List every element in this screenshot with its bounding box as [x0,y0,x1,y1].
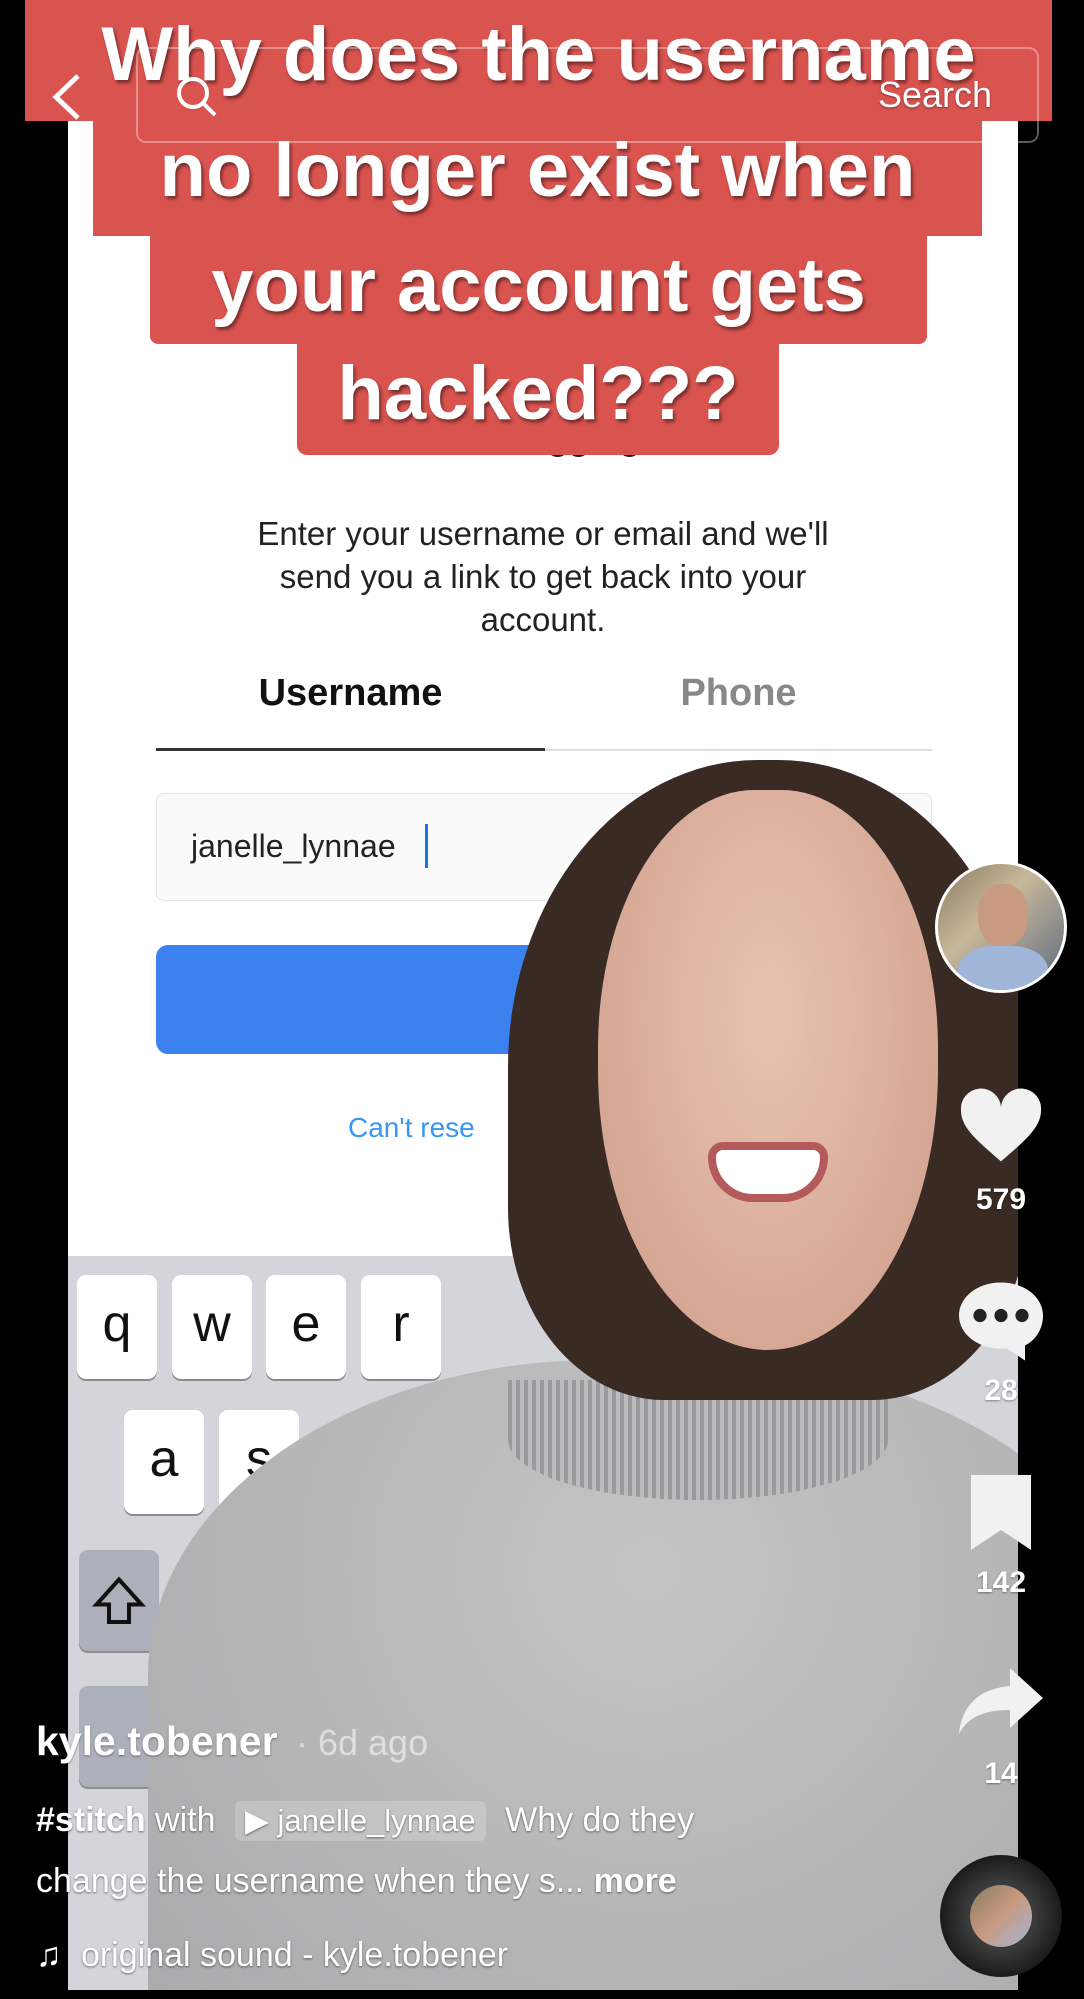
save-count: 142 [975,1566,1027,1599]
tab-username[interactable]: Username [156,672,545,715]
share-count: 14 [984,1757,1018,1790]
more-link[interactable]: more [594,1862,677,1900]
creator-avatar[interactable] [935,861,1067,993]
key-a[interactable]: a [124,1410,204,1514]
comment-icon[interactable] [956,1276,1046,1364]
post-description-line: #stitch with ▶ janelle_lynnae Why do the… [36,1801,694,1841]
instructions-line: send you a link to get back into your [279,558,807,595]
post-time: · 6d ago [296,1722,429,1763]
play-icon: ▶ [244,1803,269,1838]
person-face [598,790,938,1350]
tab-underline [545,749,932,751]
description-text: Why do they [505,1801,695,1839]
key-w[interactable]: w [172,1275,252,1379]
stitch-hashtag[interactable]: #stitch [36,1801,146,1839]
heart-icon[interactable] [956,1085,1046,1165]
key-r[interactable]: r [361,1275,441,1379]
sound-name: original sound - kyle.tobener [80,1936,509,1974]
caption-line: hacked??? [297,344,779,455]
username-input-value: janelle_lynnae [191,828,396,864]
shift-key[interactable] [79,1550,159,1651]
music-note-icon: ♫ [36,1936,62,1974]
sound-row[interactable]: ♫ original sound - kyle.tobener [36,1936,508,1975]
instructions: Enter your username or email and we'll s… [68,512,1018,641]
stitch-source-user: janelle_lynnae [277,1803,476,1838]
search-button[interactable]: Search [878,74,992,116]
cant-reset-link[interactable]: Can't rese [348,1112,475,1144]
post-description-line: change the username when they s... more [36,1862,677,1901]
music-disc[interactable] [940,1855,1062,1977]
instructions-line: account. [480,601,606,638]
description-text: change the username when they s... [36,1862,585,1900]
stitch-source-chip[interactable]: ▶ janelle_lynnae [234,1801,486,1841]
post-header: kyle.tobener · 6d ago [36,1718,428,1765]
tab-underline-active [156,748,545,751]
share-icon[interactable] [956,1665,1046,1737]
chevron-left-icon[interactable] [46,72,86,122]
tab-phone[interactable]: Phone [545,672,932,715]
bookmark-icon[interactable] [966,1470,1036,1550]
instructions-line: Enter your username or email and we'll [257,515,829,552]
like-count: 579 [975,1183,1027,1216]
text-cursor [425,824,428,868]
person-mouth [708,1142,828,1202]
caption-line: your account gets [150,236,927,344]
avatar-face [978,884,1028,946]
search-icon [177,77,217,117]
key-e[interactable]: e [266,1275,346,1379]
post-username[interactable]: kyle.tobener [36,1718,278,1764]
key-q[interactable]: q [77,1275,157,1379]
sound-avatar [970,1885,1032,1947]
avatar-shirt [958,946,1048,990]
with-text: with [155,1801,216,1839]
shift-icon [92,1576,146,1624]
comment-count: 28 [984,1374,1018,1407]
